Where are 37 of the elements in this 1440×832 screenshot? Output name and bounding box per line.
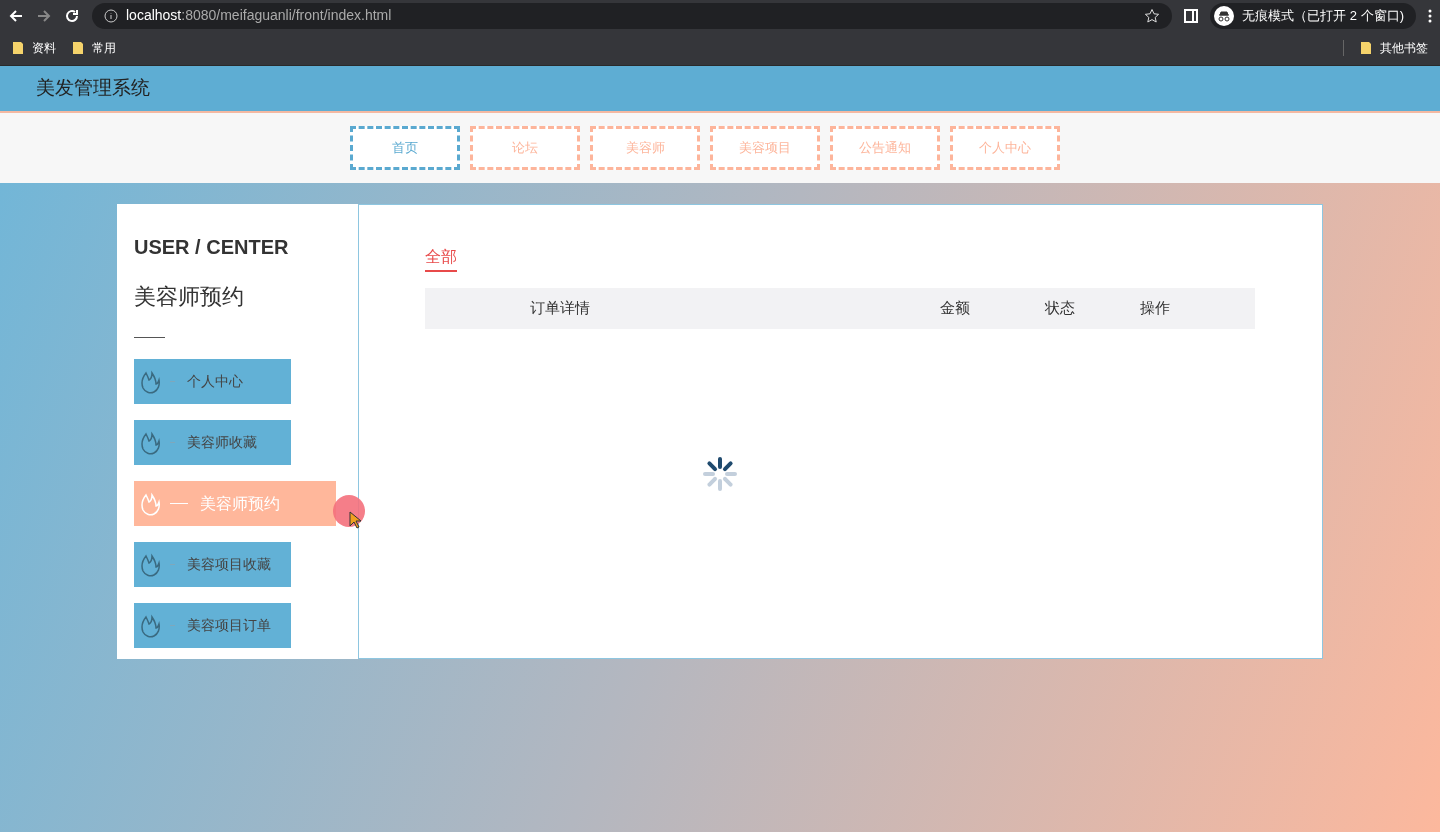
loading-spinner-icon: [702, 455, 738, 492]
mouse-pointer-icon: [349, 511, 361, 529]
incognito-icon: [1214, 5, 1235, 26]
more-menu-icon[interactable]: [1428, 8, 1432, 23]
info-icon: [104, 8, 118, 23]
column-header: 订单详情: [530, 299, 590, 317]
flame-icon: [140, 490, 162, 517]
folder-icon: [1360, 41, 1372, 55]
site-title: 美发管理系统: [36, 76, 150, 101]
nav-tab[interactable]: 首页: [350, 126, 460, 170]
bookmark[interactable]: 常用: [72, 39, 116, 57]
star-icon[interactable]: [1144, 7, 1161, 24]
column-header: 状态: [1045, 299, 1075, 317]
bookmark[interactable]: 资料: [12, 39, 56, 57]
column-header: 操作: [1140, 299, 1170, 317]
forward-arrow-icon[interactable]: [36, 7, 52, 24]
flame-icon: [140, 429, 162, 456]
sidebar-subtitle: 美容师预约: [134, 283, 245, 311]
column-header: 金额: [940, 299, 970, 317]
sidebar-heading: USER / CENTER: [134, 235, 290, 260]
sidebar-menu-item[interactable]: 美容项目订单: [134, 603, 291, 648]
folder-icon: [12, 41, 24, 55]
sidebar-menu-item[interactable]: 美容师收藏: [134, 420, 291, 465]
back-arrow-icon[interactable]: [8, 7, 24, 24]
reload-icon[interactable]: [64, 7, 80, 24]
sidebar-menu-item[interactable]: 个人中心: [134, 359, 291, 404]
flame-icon: [140, 368, 162, 395]
flame-icon: [140, 612, 162, 639]
address-bar[interactable]: localhost:8080/meifaguanli/front/index.html: [92, 2, 1173, 29]
sidebar-menu-item[interactable]: 美容项目收藏: [134, 542, 291, 587]
flame-icon: [140, 551, 162, 578]
bookmark[interactable]: 其他书签: [1360, 39, 1428, 57]
side-panel-icon[interactable]: [1184, 8, 1199, 23]
folder-icon: [72, 41, 84, 55]
url-text: localhost:8080/meifaguanli/front/index.html: [126, 6, 392, 25]
filter-tab[interactable]: 全部: [425, 245, 457, 272]
incognito-chip[interactable]: 无痕模式（已打开 2 个窗口): [1210, 2, 1416, 29]
